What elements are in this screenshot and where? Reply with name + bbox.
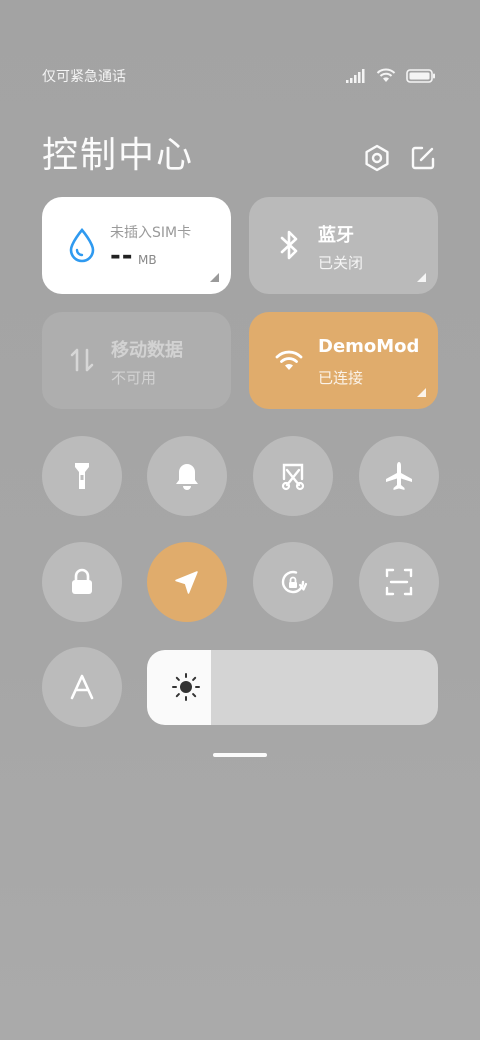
scissors-icon: [281, 463, 305, 491]
airplane-toggle[interactable]: [359, 436, 439, 516]
data-usage-value: --: [110, 241, 134, 271]
auto-rotate-toggle[interactable]: [253, 542, 333, 622]
status-bar: 仅可紧急通话: [0, 60, 480, 92]
settings-icon: [365, 144, 389, 172]
scanner-toggle[interactable]: [359, 542, 439, 622]
mobile-data-icon: [66, 342, 98, 378]
screenshot-toggle[interactable]: [253, 436, 333, 516]
lock-screen-toggle[interactable]: [42, 542, 122, 622]
carrier-text: 仅可紧急通话: [42, 69, 126, 85]
drag-handle[interactable]: [213, 753, 267, 757]
scan-icon: [385, 568, 413, 596]
location-arrow-icon: [175, 571, 198, 594]
airplane-icon: [386, 462, 412, 490]
page-title: 控制中心: [42, 135, 195, 176]
mobile-data-status: 不可用: [111, 369, 157, 387]
wifi-tile[interactable]: DemoMod 已连接: [249, 312, 438, 409]
rotate-lock-icon: [281, 570, 308, 594]
battery-icon: [406, 68, 436, 87]
water-drop-icon: [66, 227, 98, 263]
brightness-slider[interactable]: [147, 650, 438, 725]
flashlight-toggle[interactable]: [42, 436, 122, 516]
bluetooth-status: 已关闭: [318, 254, 364, 272]
location-toggle[interactable]: [147, 542, 227, 622]
mobile-data-title: 移动数据: [111, 340, 183, 361]
lock-icon: [72, 568, 92, 594]
sun-icon: [171, 672, 201, 702]
wifi-icon: [273, 342, 305, 378]
sim-status-label: 未插入SIM卡: [110, 225, 192, 241]
signal-icon: [346, 68, 366, 87]
font-a-icon: [70, 674, 94, 700]
wifi-icon: [376, 68, 396, 87]
expand-corner-icon: [417, 273, 426, 282]
flashlight-icon: [75, 463, 89, 489]
bell-icon: [176, 464, 198, 490]
status-icons: [346, 68, 436, 87]
mobile-data-tile[interactable]: 移动数据 不可用: [42, 312, 231, 409]
bluetooth-tile[interactable]: 蓝牙 已关闭: [249, 197, 438, 294]
wifi-status: 已连接: [318, 369, 364, 387]
bluetooth-title: 蓝牙: [318, 225, 354, 246]
data-usage-unit: MB: [138, 253, 157, 267]
font-size-button[interactable]: [42, 647, 122, 727]
silent-toggle[interactable]: [147, 436, 227, 516]
settings-button[interactable]: [362, 143, 392, 173]
expand-corner-icon: [210, 273, 219, 282]
data-usage-tile[interactable]: 未插入SIM卡 -- MB: [42, 197, 231, 294]
wifi-network-name: DemoMod: [318, 336, 418, 357]
edit-icon: [411, 146, 435, 170]
expand-corner-icon: [417, 388, 426, 397]
bluetooth-icon: [273, 227, 305, 263]
edit-button[interactable]: [408, 143, 438, 173]
